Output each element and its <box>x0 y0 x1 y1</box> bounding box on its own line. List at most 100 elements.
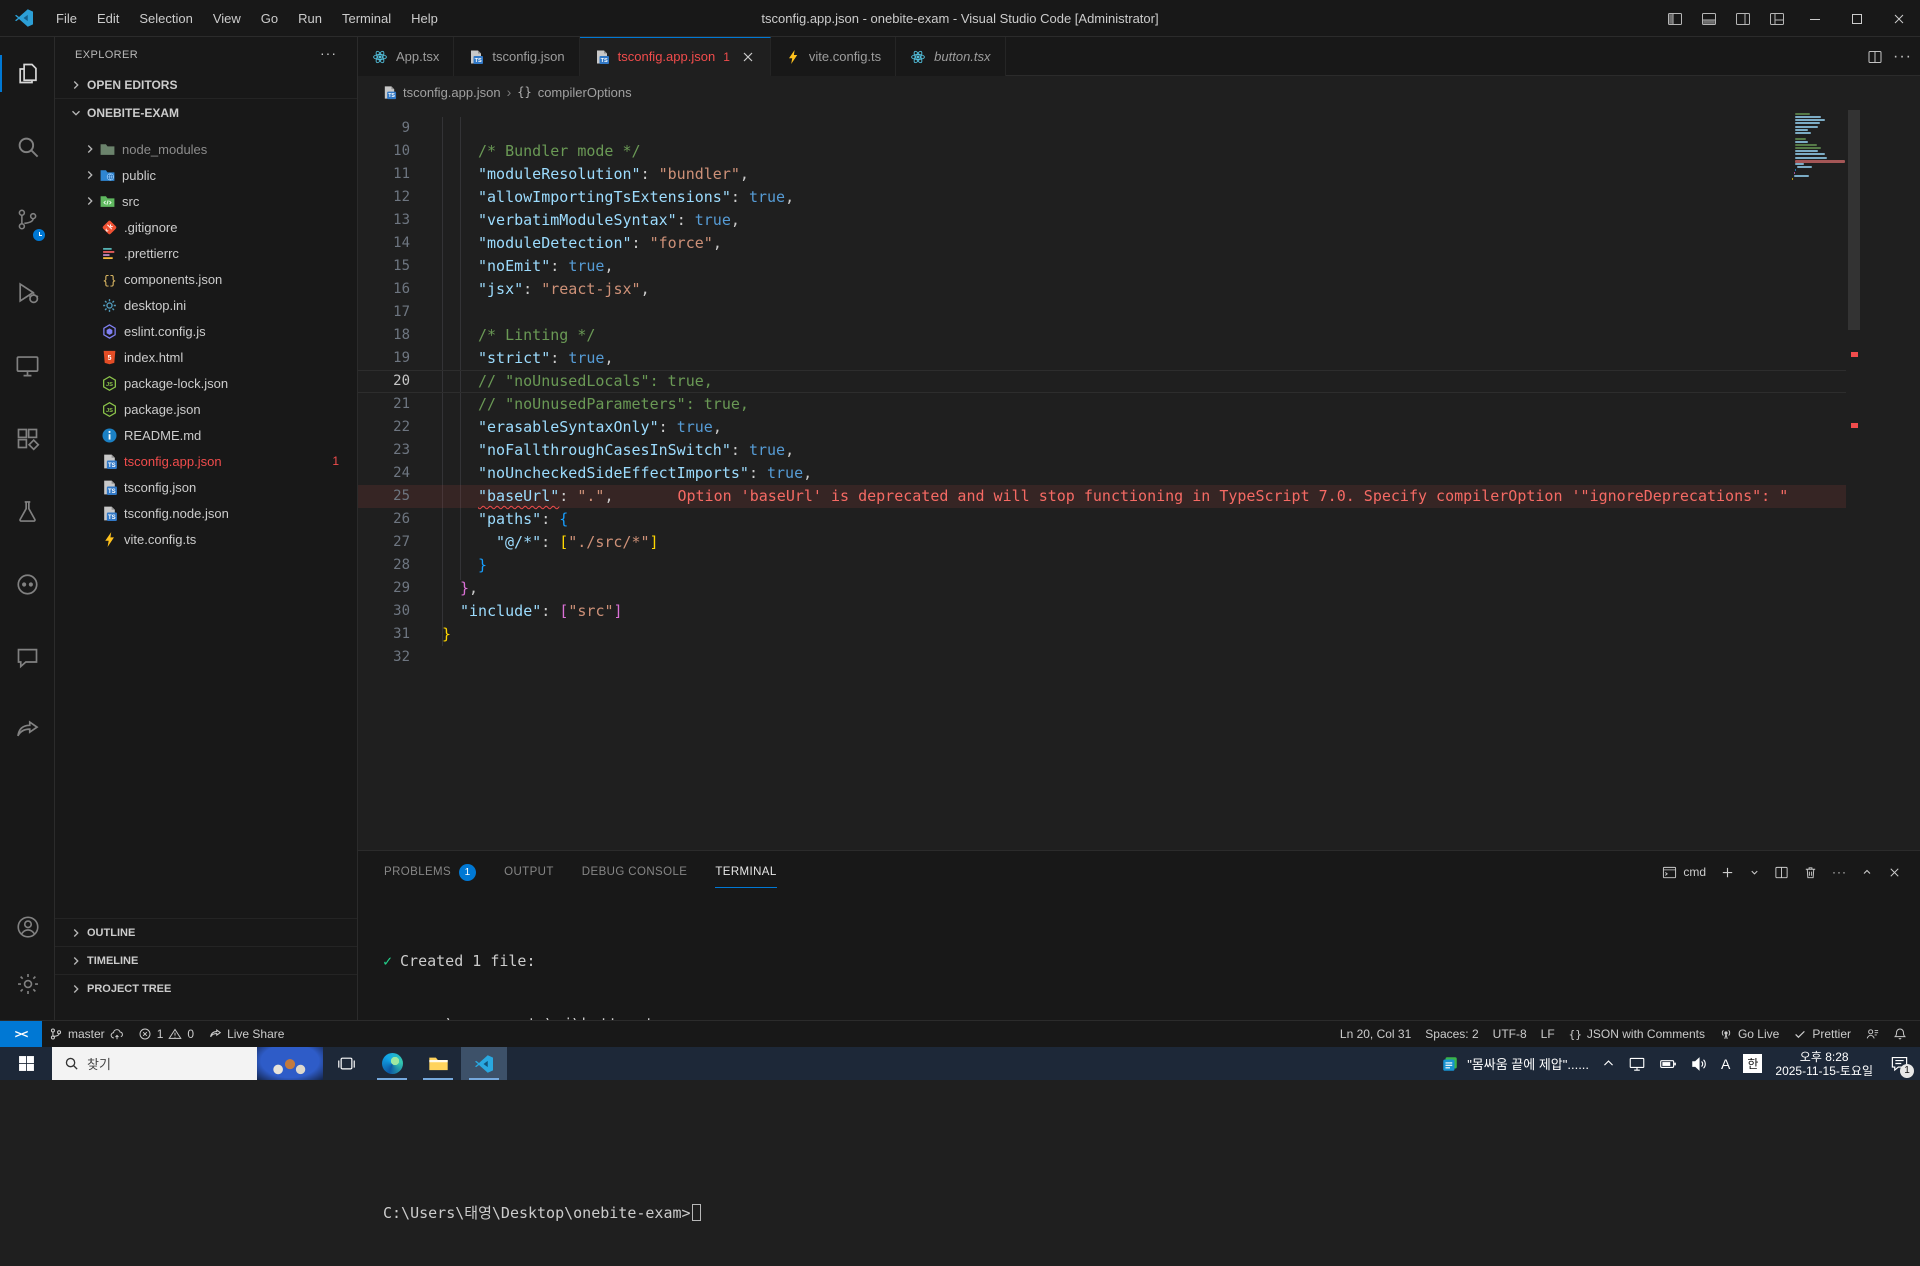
file-src[interactable]: src <box>55 188 357 214</box>
split-editor-icon[interactable] <box>1867 49 1883 65</box>
code-line-19[interactable]: 19 "strict": true, <box>358 347 1846 370</box>
menu-terminal[interactable]: Terminal <box>332 0 401 37</box>
activity-copilot[interactable] <box>0 548 55 621</box>
toggle-secondary-sidebar-icon[interactable] <box>1726 0 1760 37</box>
taskbar-clock[interactable]: 오후 8:28 2025-11-15-토요일 <box>1775 1050 1873 1078</box>
panel-tab-debug-console[interactable]: DEBUG CONSOLE <box>582 851 688 893</box>
network-icon[interactable] <box>1628 1055 1646 1073</box>
tab-button.tsx[interactable]: button.tsx <box>896 37 1006 76</box>
taskbar-search-box[interactable]: 찾기 <box>52 1047 257 1080</box>
code-line-14[interactable]: 14 "moduleDetection": "force", <box>358 232 1846 255</box>
taskbar-vscode[interactable] <box>461 1047 507 1080</box>
file-.gitignore[interactable]: .gitignore <box>55 214 357 240</box>
customize-layout-icon[interactable] <box>1760 0 1794 37</box>
tab-vite.config.ts[interactable]: vite.config.ts <box>770 37 897 76</box>
menu-help[interactable]: Help <box>401 0 448 37</box>
terminal-dropdown-icon[interactable] <box>1749 867 1760 878</box>
task-view-button[interactable] <box>323 1047 369 1080</box>
tab-App.tsx[interactable]: App.tsx <box>358 37 455 76</box>
file-package.json[interactable]: JS package.json <box>55 396 357 422</box>
menu-selection[interactable]: Selection <box>129 0 202 37</box>
menu-edit[interactable]: Edit <box>87 0 129 37</box>
status-go-live[interactable]: Go Live <box>1712 1021 1786 1047</box>
activity-remote-explorer[interactable] <box>0 329 55 402</box>
activity-settings[interactable] <box>0 955 55 1012</box>
breadcrumb-file[interactable]: tsconfig.app.json <box>403 85 501 100</box>
file-README.md[interactable]: README.md <box>55 422 357 448</box>
activity-testing[interactable] <box>0 475 55 548</box>
taskbar-edge[interactable] <box>369 1047 415 1080</box>
panel-tab-output[interactable]: OUTPUT <box>504 851 554 893</box>
taskbar-file-explorer[interactable] <box>415 1047 461 1080</box>
menu-run[interactable]: Run <box>288 0 332 37</box>
root-folder-section[interactable]: ONEBITE-EXAM <box>55 99 357 126</box>
status-language-mode[interactable]: {} JSON with Comments <box>1562 1021 1712 1047</box>
battery-icon[interactable] <box>1659 1055 1677 1073</box>
split-terminal-icon[interactable] <box>1774 865 1789 880</box>
panel-more-actions-icon[interactable]: ··· <box>1832 865 1847 879</box>
terminal-output[interactable]: ✓Created 1 file: - src\components\ui\but… <box>383 909 701 1266</box>
panel-tab-problems[interactable]: PROBLEMS 1 <box>384 851 477 893</box>
problems-item[interactable]: 1 0 <box>131 1021 201 1047</box>
section-timeline[interactable]: TIMELINE <box>55 946 357 974</box>
file-tsconfig.json[interactable]: TS tsconfig.json <box>55 474 357 500</box>
editor-more-actions-icon[interactable]: ··· <box>1893 48 1912 66</box>
vertical-scrollbar[interactable] <box>1848 110 1860 330</box>
live-share-item[interactable]: Live Share <box>201 1021 291 1047</box>
code-line-12[interactable]: 12 "allowImportingTsExtensions": true, <box>358 186 1846 209</box>
code-line-28[interactable]: 28} <box>358 554 1846 577</box>
code-line-20[interactable]: 20// "noUnusedLocals": true, <box>358 370 1846 393</box>
status-feedback[interactable] <box>1858 1021 1886 1047</box>
code-line-22[interactable]: 22 "erasableSyntaxOnly": true, <box>358 416 1846 439</box>
activity-chat[interactable] <box>0 621 55 694</box>
code-line-29[interactable]: 29}, <box>358 577 1846 600</box>
file-public[interactable]: public <box>55 162 357 188</box>
code-line-31[interactable]: 31} <box>358 623 1846 646</box>
toggle-primary-sidebar-icon[interactable] <box>1658 0 1692 37</box>
breadcrumb-symbol[interactable]: compilerOptions <box>538 85 632 100</box>
code-editor[interactable]: 9 10/* Bundler mode */11 "moduleResolution… <box>358 108 1920 835</box>
start-button[interactable] <box>0 1047 52 1080</box>
code-line-16[interactable]: 16 "jsx": "react-jsx", <box>358 278 1846 301</box>
terminal-shell-label[interactable]: cmd <box>1683 865 1706 879</box>
file-tsconfig.node.json[interactable]: TS tsconfig.node.json <box>55 500 357 526</box>
news-widget[interactable]: "몸싸움 끝에 제압"...... <box>1441 1054 1589 1073</box>
close-tab-icon[interactable] <box>740 49 756 65</box>
tab-tsconfig.app.json[interactable]: TS tsconfig.app.json 1 <box>579 37 771 76</box>
maximize-button[interactable] <box>1836 0 1878 37</box>
tab-tsconfig.json[interactable]: TS tsconfig.json <box>454 37 580 76</box>
toggle-panel-icon[interactable] <box>1692 0 1726 37</box>
code-line-32[interactable]: 32 <box>358 646 1846 669</box>
file-.prettierrc[interactable]: .prettierrc <box>55 240 357 266</box>
activity-run-and-debug[interactable] <box>0 256 55 329</box>
explorer-more-actions-icon[interactable]: ··· <box>320 45 337 61</box>
file-package-lock.json[interactable]: JS package-lock.json <box>55 370 357 396</box>
status-prettier[interactable]: Prettier <box>1786 1021 1858 1047</box>
file-components.json[interactable]: {} components.json <box>55 266 357 292</box>
code-line-27[interactable]: 27 "@/*": ["./src/*"] <box>358 531 1846 554</box>
code-line-17[interactable]: 17 <box>358 301 1846 324</box>
code-line-13[interactable]: 13 "verbatimModuleSyntax": true, <box>358 209 1846 232</box>
ime-latin-indicator[interactable]: A <box>1721 1056 1730 1072</box>
close-window-button[interactable] <box>1878 0 1920 37</box>
code-line-21[interactable]: 21// "noUnusedParameters": true, <box>358 393 1846 416</box>
panel-tab-terminal[interactable]: TERMINAL <box>715 851 778 893</box>
minimize-button[interactable] <box>1794 0 1836 37</box>
menu-view[interactable]: View <box>203 0 251 37</box>
file-eslint.config.js[interactable]: eslint.config.js <box>55 318 357 344</box>
new-terminal-icon[interactable] <box>1720 865 1735 880</box>
file-vite.config.ts[interactable]: vite.config.ts <box>55 526 357 552</box>
status-eol[interactable]: LF <box>1534 1021 1562 1047</box>
remote-indicator[interactable]: >< <box>0 1021 42 1047</box>
activity-source-control[interactable] <box>0 183 55 256</box>
close-panel-icon[interactable] <box>1887 865 1902 880</box>
show-hidden-icons-icon[interactable] <box>1602 1057 1615 1070</box>
menu-go[interactable]: Go <box>251 0 288 37</box>
file-tsconfig.app.json[interactable]: TS tsconfig.app.json 1 <box>55 448 357 474</box>
activity-accounts[interactable] <box>0 898 55 955</box>
status-encoding[interactable]: UTF-8 <box>1486 1021 1534 1047</box>
volume-icon[interactable] <box>1690 1055 1708 1073</box>
activity-extensions[interactable] <box>0 402 55 475</box>
git-branch-item[interactable]: master <box>42 1021 131 1047</box>
code-line-18[interactable]: 18/* Linting */ <box>358 324 1846 347</box>
